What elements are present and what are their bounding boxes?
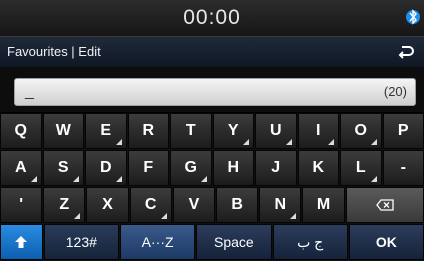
text-input[interactable]: _ (20) xyxy=(14,78,416,106)
key-a[interactable]: A xyxy=(0,150,42,186)
ok-button[interactable]: OK xyxy=(348,224,424,260)
backspace-icon xyxy=(375,199,394,211)
key-v[interactable]: V xyxy=(172,187,216,223)
key-u[interactable]: U xyxy=(255,113,297,149)
on-screen-keyboard: Q W E R T Y U I O P A S D F G H J K L - … xyxy=(0,113,424,261)
bluetooth-icon xyxy=(406,9,420,25)
key-d[interactable]: D xyxy=(85,150,127,186)
char-counter: (20) xyxy=(383,84,407,99)
key-t[interactable]: T xyxy=(170,113,212,149)
input-area: _ (20) xyxy=(0,67,424,112)
key-hyphen[interactable]: - xyxy=(382,150,424,186)
key-k[interactable]: K xyxy=(297,150,339,186)
key-s[interactable]: S xyxy=(42,150,84,186)
keyboard-screen: 00:00 Favourites | Edit _ (20) Q W E R T… xyxy=(0,0,424,261)
key-c[interactable]: C xyxy=(129,187,172,223)
clock: 00:00 xyxy=(183,6,241,29)
key-e[interactable]: E xyxy=(85,113,127,149)
text-cursor: _ xyxy=(25,83,34,100)
backspace-button[interactable] xyxy=(345,187,424,223)
key-apostrophe[interactable]: ' xyxy=(0,187,43,223)
shift-icon xyxy=(15,236,28,248)
key-h[interactable]: H xyxy=(212,150,254,186)
key-b[interactable]: B xyxy=(216,187,259,223)
keyboard-row-2: A S D F G H J K L - xyxy=(0,150,424,186)
key-p[interactable]: P xyxy=(382,113,424,149)
space-button[interactable]: Space xyxy=(196,224,272,260)
key-j[interactable]: J xyxy=(255,150,297,186)
back-icon[interactable] xyxy=(398,45,414,59)
key-l[interactable]: L xyxy=(340,150,382,186)
key-n[interactable]: N xyxy=(259,187,302,223)
alphabet-button[interactable]: A···Z xyxy=(119,224,196,260)
key-z[interactable]: Z xyxy=(43,187,86,223)
title-bar: Favourites | Edit xyxy=(0,37,424,67)
key-o[interactable]: O xyxy=(340,113,382,149)
page-title: Favourites | Edit xyxy=(7,44,101,59)
key-x[interactable]: X xyxy=(86,187,129,223)
key-f[interactable]: F xyxy=(127,150,169,186)
key-w[interactable]: W xyxy=(42,113,84,149)
status-bar: 00:00 xyxy=(0,0,424,37)
key-m[interactable]: M xyxy=(302,187,345,223)
key-i[interactable]: I xyxy=(297,113,339,149)
keyboard-row-bottom: 123# A···Z Space ج ب OK xyxy=(0,224,424,260)
shift-button[interactable] xyxy=(0,224,43,260)
key-y[interactable]: Y xyxy=(212,113,254,149)
keyboard-row-3: ' Z X C V B N M xyxy=(0,187,424,223)
keyboard-row-1: Q W E R T Y U I O P xyxy=(0,113,424,149)
key-r[interactable]: R xyxy=(127,113,169,149)
numbers-button[interactable]: 123# xyxy=(43,224,119,260)
language-button[interactable]: ج ب xyxy=(272,224,348,260)
key-q[interactable]: Q xyxy=(0,113,42,149)
key-g[interactable]: G xyxy=(170,150,212,186)
